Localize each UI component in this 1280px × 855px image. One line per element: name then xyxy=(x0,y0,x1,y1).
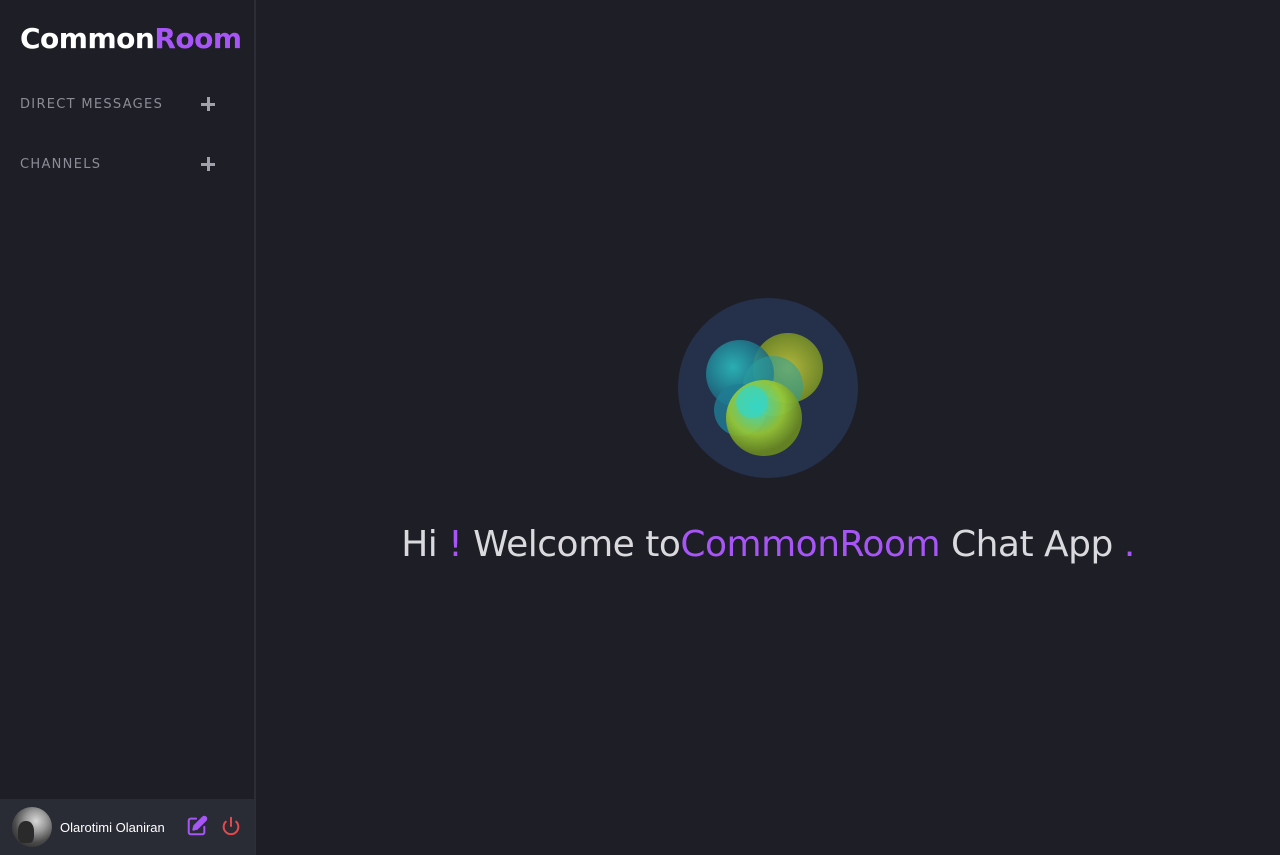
welcome-text: Welcome to xyxy=(462,524,681,565)
logo-part-room: Room xyxy=(154,22,242,55)
welcome-brand: CommonRoom xyxy=(680,524,941,565)
add-channel-button[interactable] xyxy=(200,156,216,172)
direct-messages-section: DIRECT MESSAGES xyxy=(20,96,216,112)
welcome-dot: . xyxy=(1123,524,1135,565)
user-profile-bar: Olarotimi Olaniran xyxy=(0,799,254,855)
welcome-exclamation: ! xyxy=(448,524,463,565)
commonroom-orb-logo-icon xyxy=(678,298,858,478)
welcome-hi: Hi xyxy=(401,524,449,565)
orb-graphic xyxy=(706,333,823,456)
channels-label: CHANNELS xyxy=(20,156,102,172)
welcome-heading: Hi ! Welcome toCommonRoom Chat App . xyxy=(256,524,1280,565)
logout-power-icon[interactable] xyxy=(220,815,242,837)
welcome-chat-app: Chat App xyxy=(940,524,1124,565)
channels-section: CHANNELS xyxy=(20,156,216,172)
logo-part-common: Common xyxy=(20,22,155,55)
app-logo[interactable]: CommonRoom xyxy=(20,22,242,55)
user-name: Olarotimi Olaniran xyxy=(60,819,165,835)
avatar[interactable] xyxy=(12,807,52,847)
direct-messages-label: DIRECT MESSAGES xyxy=(20,96,164,112)
app-root: CommonRoom DIRECT MESSAGES CHANNELS Olar… xyxy=(0,0,1280,855)
user-actions xyxy=(186,815,242,837)
edit-profile-icon[interactable] xyxy=(186,815,208,837)
main-content: Hi ! Welcome toCommonRoom Chat App . xyxy=(256,0,1280,855)
add-direct-message-button[interactable] xyxy=(200,96,216,112)
sidebar: CommonRoom DIRECT MESSAGES CHANNELS Olar… xyxy=(0,0,256,855)
